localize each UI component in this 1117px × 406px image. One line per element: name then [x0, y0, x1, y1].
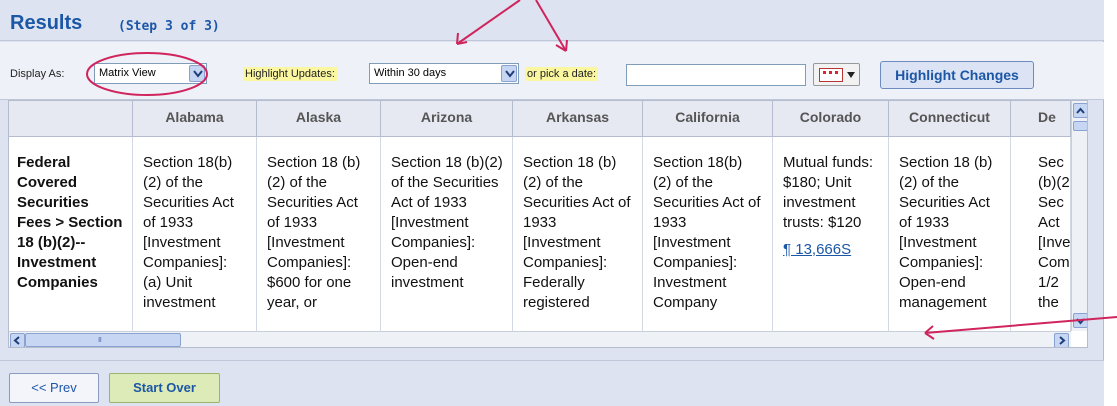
chevron-right-icon	[1059, 336, 1066, 345]
results-header: Results (Step 3 of 3)	[0, 0, 1104, 41]
paragraph-link[interactable]: ¶ 13,666S	[783, 240, 879, 260]
calendar-icon	[819, 68, 843, 82]
row-header: Federal Covered Securities Fees > Sectio…	[9, 137, 133, 331]
display-as-select[interactable]: Matrix View	[94, 63, 207, 84]
matrix-grid: Alabama Alaska Arizona Arkansas Californ…	[8, 100, 1088, 348]
scroll-up-button[interactable]	[1073, 103, 1087, 118]
highlight-updates-label: Highlight Updates:	[243, 67, 337, 81]
column-header-connecticut[interactable]: Connecticut	[889, 101, 1011, 137]
pick-date-label: or pick a date:	[525, 67, 599, 81]
highlight-updates-value: Within 30 days	[374, 67, 447, 79]
footer: << Prev Start Over	[0, 360, 1104, 406]
calendar-button[interactable]	[813, 63, 860, 86]
prev-button[interactable]: << Prev	[9, 373, 99, 403]
column-header-arizona[interactable]: Arizona	[381, 101, 513, 137]
chevron-left-icon	[13, 336, 20, 345]
column-header-blank	[9, 101, 133, 137]
cell-colorado: Mutual funds: $180; Unit investment trus…	[773, 137, 889, 331]
cell-colorado-text: Mutual funds: $180; Unit investment trus…	[783, 154, 874, 231]
toolbar: Display As: Matrix View Highlight Update…	[0, 42, 1104, 100]
column-header-row: Alabama Alaska Arizona Arkansas Californ…	[9, 101, 1071, 137]
dropdown-arrow-icon	[847, 72, 855, 78]
cell-delaware: Sec (b)(2 Sec Act [Inve Com 1/2 the	[1011, 137, 1071, 331]
column-header-alabama[interactable]: Alabama	[133, 101, 257, 137]
scroll-right-button[interactable]	[1054, 333, 1069, 347]
cell-connecticut: Section 18 (b)(2) of the Securities Act …	[889, 137, 1011, 331]
highlight-changes-button[interactable]: Highlight Changes	[880, 61, 1034, 89]
column-header-colorado[interactable]: Colorado	[773, 101, 889, 137]
horizontal-scroll-thumb[interactable]: III	[25, 333, 181, 347]
display-as-value: Matrix View	[99, 67, 156, 79]
column-header-arkansas[interactable]: Arkansas	[513, 101, 643, 137]
start-over-button[interactable]: Start Over	[109, 373, 220, 403]
column-header-delaware[interactable]: De	[1011, 101, 1071, 137]
chevron-down-icon	[1076, 318, 1085, 325]
page-title: Results	[10, 12, 83, 34]
chevron-down-icon	[501, 65, 517, 82]
scroll-left-button[interactable]	[10, 333, 25, 347]
scroll-thumb-grip: III	[98, 337, 102, 344]
cell-alabama: Section 18(b) (2) of the Securities Act …	[133, 137, 257, 331]
chevron-up-icon	[1076, 107, 1085, 114]
date-input[interactable]	[626, 64, 806, 86]
vertical-scroll-thumb[interactable]	[1073, 121, 1087, 131]
display-as-label: Display As:	[10, 68, 65, 80]
results-panel: Results (Step 3 of 3) Display As: Matrix…	[0, 0, 1104, 406]
cell-alaska: Section 18 (b)(2) of the Securities Act …	[257, 137, 381, 331]
vertical-scrollbar[interactable]	[1071, 101, 1087, 331]
column-header-california[interactable]: California	[643, 101, 773, 137]
column-header-alaska[interactable]: Alaska	[257, 101, 381, 137]
horizontal-scrollbar[interactable]: III	[9, 331, 1071, 347]
highlight-updates-select[interactable]: Within 30 days	[369, 63, 519, 84]
step-indicator: (Step 3 of 3)	[118, 19, 220, 34]
cell-california: Section 18(b) (2) of the Securities Act …	[643, 137, 773, 331]
scroll-down-button[interactable]	[1073, 313, 1087, 328]
cell-arizona: Section 18 (b)(2) of the Securities Act …	[381, 137, 513, 331]
cell-arkansas: Section 18 (b)(2) of the Securities Act …	[513, 137, 643, 331]
chevron-down-icon	[189, 65, 205, 82]
